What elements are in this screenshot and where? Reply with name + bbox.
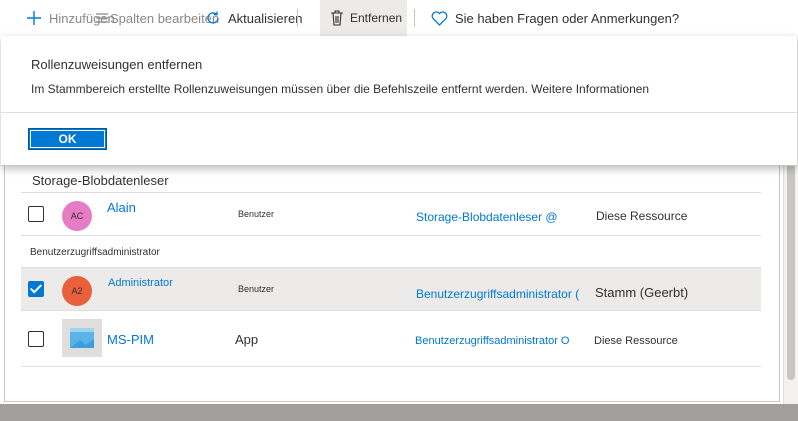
role-link[interactable]: Benutzerzugriffsadministrator (: [416, 287, 579, 301]
heart-icon: [431, 10, 448, 26]
toolbar-separator: [297, 9, 298, 27]
row-checkbox[interactable]: [28, 206, 44, 222]
columns-icon: [96, 12, 108, 24]
principal-type: Benutzer: [238, 209, 275, 219]
group-header-storage: Storage-Blobdatenleser: [32, 173, 169, 188]
scope-value: Diese Ressource: [596, 209, 688, 223]
trash-icon: [330, 10, 344, 26]
feedback-button[interactable]: Sie haben Fragen oder Anmerkungen?: [431, 0, 679, 36]
refresh-button[interactable]: Aktualisieren: [205, 0, 302, 36]
edit-columns-button[interactable]: Spalten bearbeiten: [96, 0, 219, 36]
table-row[interactable]: A2 Administrator Benutzer Benutzerzugrif…: [21, 267, 761, 310]
dialog-message: Im Stammbereich erstellte Rollenzuweisun…: [31, 82, 649, 96]
avatar: AC: [62, 201, 92, 231]
group-header-user-access-admin: Benutzerzugriffsadministrator: [30, 247, 160, 258]
group-row: Benutzerzugriffsadministrator: [21, 235, 761, 267]
table-row[interactable]: AC Alain Benutzer Storage-Blobdatenleser…: [21, 192, 761, 235]
principal-name-link[interactable]: MS-PIM: [107, 332, 154, 347]
avatar: A2: [62, 276, 92, 306]
principal-name-link[interactable]: Alain: [107, 200, 136, 215]
feedback-label: Sie haben Fragen oder Anmerkungen?: [455, 10, 680, 26]
plus-icon: [26, 10, 42, 26]
learn-more-link[interactable]: Weitere Informationen: [531, 82, 649, 96]
horizontal-scrollbar[interactable]: [0, 404, 798, 421]
app-icon: [62, 319, 102, 357]
scope-value: Diese Ressource: [594, 335, 678, 347]
role-link[interactable]: Storage-Blobdatenleser @: [416, 210, 558, 224]
command-bar: Hinzufügen Spalten bearbeiten Aktualisie…: [0, 0, 798, 37]
toolbar-separator: [414, 9, 415, 27]
remove-button[interactable]: Entfernen: [320, 0, 407, 36]
principal-type: App: [235, 332, 259, 347]
dialog-title: Rollenzuweisungen entfernen: [31, 57, 203, 72]
refresh-icon: [205, 10, 221, 26]
principal-name-link[interactable]: Administrator: [108, 277, 173, 289]
row-checkbox[interactable]: [28, 331, 44, 347]
row-checkbox[interactable]: [28, 281, 44, 297]
ok-button[interactable]: OK: [28, 128, 107, 150]
dialog-divider: [1, 112, 797, 113]
scope-value: Stamm (Geerbt): [595, 285, 689, 300]
table-row[interactable]: MS-PIM App Benutzerzugriffsadministrator…: [21, 310, 761, 367]
dialog-message-text: Im Stammbereich erstellte Rollenzuweisun…: [31, 82, 528, 96]
principal-type: Benutzer: [238, 284, 275, 294]
role-link[interactable]: Benutzerzugriffsadministrator O: [415, 335, 569, 347]
remove-label: Entfernen: [350, 11, 403, 25]
refresh-label: Aktualisieren: [228, 10, 303, 26]
edit-columns-label: Spalten bearbeiten: [110, 10, 220, 26]
remove-role-assignments-dialog: Rollenzuweisungen entfernen Im Stammbere…: [1, 36, 797, 166]
